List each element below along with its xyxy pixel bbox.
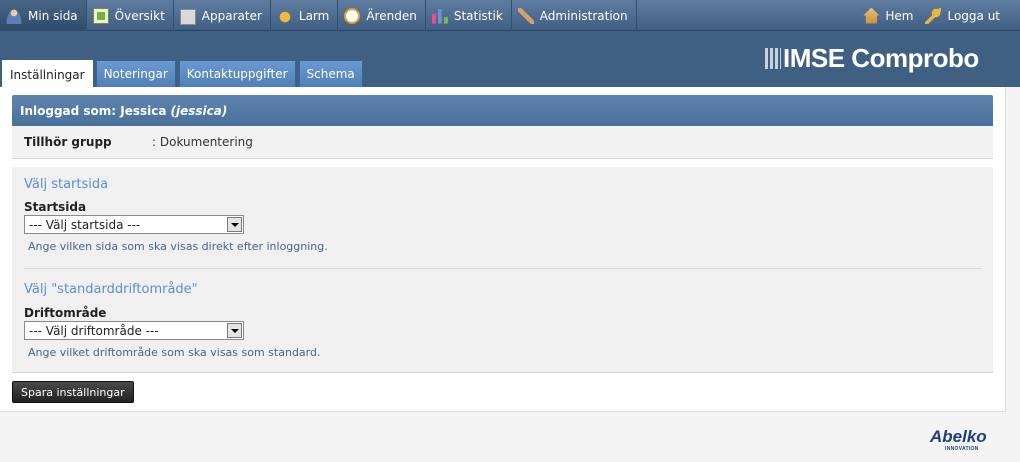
nav-item-label: Apparater — [201, 8, 262, 23]
nav-item-logga-ut[interactable]: Logga ut — [919, 0, 1006, 31]
group-row: Tillhör grupp : Dokumentering — [12, 126, 993, 159]
logged-in-username: (jessica) — [170, 103, 228, 118]
user-menu: Hem Logga ut — [857, 0, 1006, 31]
main-menu: Min sida Översikt Apparater Larm Ärenden… — [0, 0, 637, 31]
tab-installningar[interactable]: Inställningar — [2, 60, 93, 88]
devices-icon — [179, 9, 196, 25]
nav-item-apparater[interactable]: Apparater — [174, 0, 271, 31]
key-icon — [925, 7, 942, 24]
nav-item-label: Hem — [885, 8, 914, 23]
area-label: Driftområde — [24, 306, 107, 320]
home-icon — [863, 7, 880, 24]
nav-item-label: Ärenden — [366, 8, 417, 23]
footer-brand: Abelko — [930, 427, 987, 446]
nav-item-label: Statistik — [453, 8, 503, 23]
startpage-select-value: --- Välj startsida --- — [29, 217, 141, 232]
chevron-down-icon[interactable] — [227, 323, 242, 338]
nav-item-label: Min sida — [28, 8, 78, 23]
startpage-label: Startsida — [24, 200, 87, 214]
nav-item-larm[interactable]: Larm — [271, 0, 339, 31]
nav-item-label: Logga ut — [947, 8, 1000, 23]
area-title: Välj "standarddriftområde" — [24, 282, 198, 297]
tab-noteringar[interactable]: Noteringar — [95, 60, 176, 87]
nav-item-min-sida[interactable]: Min sida — [0, 0, 87, 31]
logo-bars-icon — [765, 48, 781, 69]
tab-schema[interactable]: Schema — [298, 60, 363, 87]
area-hint: Ange vilket driftområde som ska visas so… — [28, 346, 321, 359]
nav-item-statistik[interactable]: Statistik — [426, 0, 512, 31]
nav-item-oversikt[interactable]: Översikt — [87, 0, 174, 31]
footer-brand-sub: INNOVATION — [945, 446, 979, 452]
content-panel: Inloggad som: Jessica (jessica) Tillhör … — [0, 87, 1006, 412]
tab-bar: Inställningar Noteringar Kontaktuppgifte… — [2, 60, 366, 88]
clock-icon — [344, 7, 361, 24]
nav-item-hem[interactable]: Hem — [857, 0, 919, 31]
alarm-icon — [276, 7, 293, 24]
nav-item-administration[interactable]: Administration — [512, 0, 637, 31]
brand-logo: IMSE Comprobo — [765, 43, 979, 74]
user-icon — [6, 7, 22, 24]
logged-in-label: Inloggad som: Jessica — [20, 103, 167, 118]
top-navigation: Min sida Översikt Apparater Larm Ärenden… — [0, 0, 1020, 31]
chevron-down-icon[interactable] — [227, 217, 242, 232]
startpage-select[interactable]: --- Välj startsida --- — [24, 215, 244, 234]
wrench-icon — [517, 7, 534, 24]
nav-item-arenden[interactable]: Ärenden — [338, 0, 426, 31]
tab-kontaktuppgifter[interactable]: Kontaktuppgifter — [178, 60, 296, 87]
startpage-title: Välj startsida — [24, 177, 109, 192]
statistics-icon — [431, 9, 448, 24]
logged-in-bar: Inloggad som: Jessica (jessica) — [12, 95, 993, 126]
nav-item-label: Administration — [539, 8, 628, 23]
group-label: Tillhör grupp — [24, 135, 112, 149]
nav-item-label: Översikt — [114, 8, 165, 23]
startpage-hint: Ange vilken sida som ska visas direkt ef… — [28, 240, 328, 253]
divider — [24, 268, 982, 269]
overview-icon — [92, 7, 109, 24]
area-select[interactable]: --- Välj driftområde --- — [24, 321, 244, 340]
area-select-value: --- Välj driftområde --- — [29, 323, 159, 338]
settings-box: Välj startsida Startsida --- Välj starts… — [12, 167, 993, 373]
nav-item-label: Larm — [298, 8, 330, 23]
group-value: : Dokumentering — [152, 135, 253, 149]
logo-text: IMSE Comprobo — [783, 43, 979, 73]
save-settings-button[interactable]: Spara inställningar — [12, 381, 134, 403]
